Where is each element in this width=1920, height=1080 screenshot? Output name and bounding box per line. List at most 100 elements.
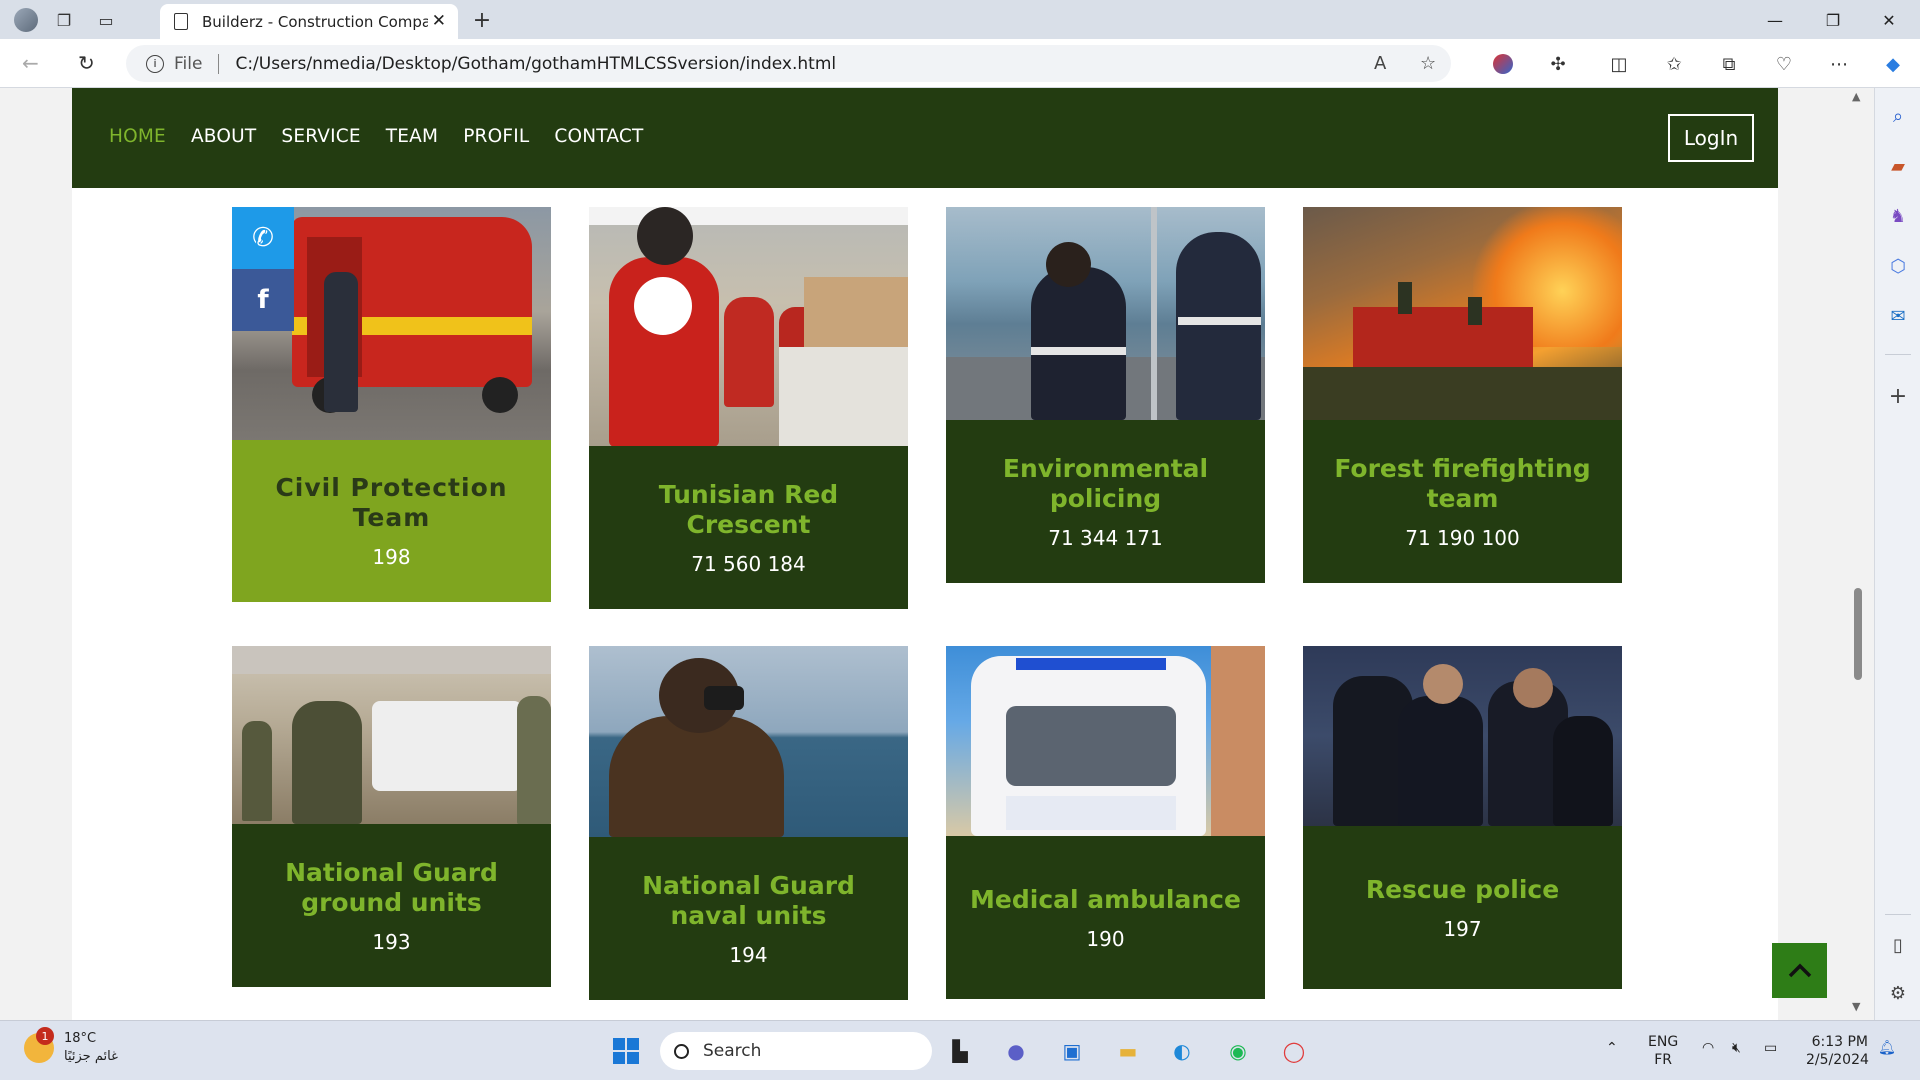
browser-essentials-icon[interactable]: ♡ — [1771, 51, 1797, 77]
games-icon[interactable]: ♞ — [1886, 204, 1910, 228]
sidebar-divider — [1885, 354, 1911, 355]
card-image-red-crescent — [589, 207, 908, 446]
card-panel: National Guard naval units 194 — [589, 837, 908, 1000]
taskbar-search-box[interactable]: Search — [660, 1032, 932, 1070]
card-phone-number: 197 — [1443, 916, 1482, 941]
weather-temperature: 18°C — [64, 1031, 97, 1046]
notifications-bell-icon[interactable]: 🔔︎ — [1878, 1039, 1896, 1057]
taskbar-search-label: Search — [703, 1041, 762, 1061]
new-tab-icon[interactable]: + — [470, 8, 494, 33]
clock[interactable]: 6:13 PM 2/5/2024 — [1806, 1033, 1869, 1069]
profile-avatar-icon[interactable] — [14, 8, 38, 32]
wifi-icon[interactable]: ◠ — [1702, 1039, 1714, 1057]
nav-item-profil[interactable]: PROFIL — [463, 126, 529, 147]
team-card[interactable]: Rescue police 197 — [1303, 646, 1622, 989]
browser-tabstrip: ❐ ▭ Builderz - Construction Company ✕ + … — [0, 0, 1920, 39]
task-view-icon[interactable]: ▙ — [944, 1035, 976, 1067]
restore-icon[interactable]: ❐ — [1810, 6, 1856, 34]
search-icon[interactable]: ⌕ — [1886, 104, 1910, 128]
nav-item-about[interactable]: ABOUT — [191, 126, 256, 147]
scroll-down-arrow-icon[interactable]: ▼ — [1852, 1000, 1860, 1013]
favorite-star-icon[interactable]: ☆ — [1420, 53, 1436, 74]
windows-start-icon[interactable] — [610, 1035, 642, 1067]
login-button[interactable]: LogIn — [1668, 114, 1754, 162]
tab-title: Builderz - Construction Company — [202, 12, 428, 31]
spotify-icon[interactable]: ◉ — [1222, 1035, 1254, 1067]
teams-chat-icon[interactable]: ● — [1000, 1035, 1032, 1067]
workspaces-icon[interactable]: ❐ — [52, 8, 76, 32]
card-panel: Tunisian Red Crescent 71 560 184 — [589, 446, 908, 609]
nav-item-contact[interactable]: CONTACT — [554, 126, 643, 147]
phone-icon[interactable]: ✆ — [232, 207, 294, 269]
windows-taskbar: 1 18°C غائم جزئيًا Search ▙ ● ▣ ▬ ◐ ◉ ◯ … — [0, 1020, 1920, 1080]
card-phone-number: 71 190 100 — [1405, 525, 1520, 550]
microsoft-365-icon[interactable]: ⬡ — [1886, 254, 1910, 278]
collections-icon[interactable]: ⧉ — [1716, 51, 1742, 77]
info-icon[interactable]: i — [146, 54, 164, 73]
weather-cloud-sun-icon: 1 — [24, 1027, 54, 1063]
tools-briefcase-icon[interactable]: ▰ — [1886, 154, 1910, 178]
more-menu-icon[interactable]: ⋯ — [1826, 51, 1852, 77]
facebook-icon[interactable]: f — [232, 269, 294, 331]
card-image-environmental-policing — [946, 207, 1265, 420]
show-hidden-icons-chevron-icon[interactable]: ⌃ — [1606, 1039, 1618, 1057]
close-tab-icon[interactable]: ✕ — [432, 11, 446, 31]
split-screen-icon[interactable]: ◫ — [1606, 51, 1632, 77]
nav-links: HOME ABOUT SERVICE TEAM PROFIL CONTACT — [109, 126, 644, 147]
vertical-tabs-icon[interactable]: ▭ — [94, 8, 118, 32]
card-phone-number: 71 344 171 — [1048, 525, 1163, 550]
copilot-icon[interactable]: ◆ — [1880, 51, 1906, 77]
card-phone-number: 198 — [372, 545, 411, 569]
add-icon[interactable]: + — [1886, 384, 1910, 409]
weather-widget[interactable]: 1 18°C غائم جزئيًا — [24, 1027, 118, 1066]
edge-browser-icon[interactable]: ◐ — [1166, 1035, 1198, 1067]
team-card[interactable]: National Guard naval units 194 — [589, 646, 908, 1000]
card-image-rescue-police — [1303, 646, 1622, 826]
nav-item-service[interactable]: SERVICE — [281, 126, 360, 147]
outlook-icon[interactable]: ✉ — [1886, 304, 1910, 328]
volume-muted-icon[interactable]: 🔇︎ — [1732, 1039, 1741, 1057]
back-arrow-icon[interactable]: ← — [22, 51, 39, 75]
scroll-up-arrow-icon[interactable]: ▲ — [1852, 90, 1860, 103]
page-scrollbar[interactable]: ▲ ▼ — [1848, 88, 1868, 1020]
read-aloud-icon[interactable]: A — [1374, 53, 1386, 74]
microsoft-store-icon[interactable]: ▣ — [1056, 1035, 1088, 1067]
nav-item-home[interactable]: HOME — [109, 126, 166, 147]
extensions-puzzle-icon[interactable]: ✣ — [1545, 51, 1571, 77]
clock-date: 2/5/2024 — [1806, 1052, 1869, 1068]
team-card[interactable]: Tunisian Red Crescent 71 560 184 — [589, 207, 908, 609]
clock-time: 6:13 PM — [1811, 1034, 1868, 1050]
scrollbar-thumb[interactable] — [1854, 588, 1862, 680]
weather-description: غائم جزئيًا — [64, 1049, 118, 1064]
file-explorer-icon[interactable]: ▬ — [1112, 1035, 1144, 1067]
language-primary: ENG — [1648, 1034, 1679, 1050]
browser-toolbar: ← ↻ i File C:/Users/nmedia/Desktop/Gotha… — [0, 39, 1920, 88]
team-card[interactable]: ✆ f Civil Protection Team 198 — [232, 207, 551, 602]
team-card[interactable]: Environmental policing 71 344 171 — [946, 207, 1265, 583]
team-card[interactable]: National Guard ground units 193 — [232, 646, 551, 987]
team-card[interactable]: Forest firefighting team 71 190 100 — [1303, 207, 1622, 583]
extension-icon[interactable] — [1490, 51, 1516, 77]
close-window-icon[interactable]: ✕ — [1866, 6, 1912, 34]
battery-icon[interactable]: ▭ — [1764, 1039, 1777, 1057]
site-navbar: HOME ABOUT SERVICE TEAM PROFIL CONTACT L… — [72, 88, 1778, 188]
card-title: Civil Protection Team — [275, 473, 508, 532]
card-phone-number: 71 560 184 — [691, 551, 806, 576]
back-to-top-button[interactable] — [1772, 943, 1827, 998]
favorites-icon[interactable]: ✩ — [1661, 51, 1687, 77]
browser-tab-active[interactable]: Builderz - Construction Company ✕ — [160, 4, 458, 39]
settings-gear-icon[interactable]: ⚙ — [1886, 981, 1910, 1005]
card-panel: Rescue police 197 — [1303, 826, 1622, 989]
opera-icon[interactable]: ◯ — [1278, 1035, 1310, 1067]
sidebar-toggle-icon[interactable]: ▯ — [1886, 933, 1910, 957]
language-indicator[interactable]: ENG FR — [1648, 1033, 1678, 1069]
refresh-icon[interactable]: ↻ — [78, 51, 95, 75]
sidebar-divider — [1885, 914, 1911, 915]
card-title: National Guard ground units — [285, 857, 498, 917]
team-card[interactable]: Medical ambulance 190 — [946, 646, 1265, 999]
nav-item-team[interactable]: TEAM — [386, 126, 438, 147]
page-document-icon — [174, 13, 188, 30]
address-url[interactable]: C:/Users/nmedia/Desktop/Gotham/gothamHTM… — [235, 54, 836, 74]
address-bar[interactable]: i File C:/Users/nmedia/Desktop/Gotham/go… — [126, 45, 1451, 82]
minimize-icon[interactable]: — — [1752, 6, 1798, 34]
